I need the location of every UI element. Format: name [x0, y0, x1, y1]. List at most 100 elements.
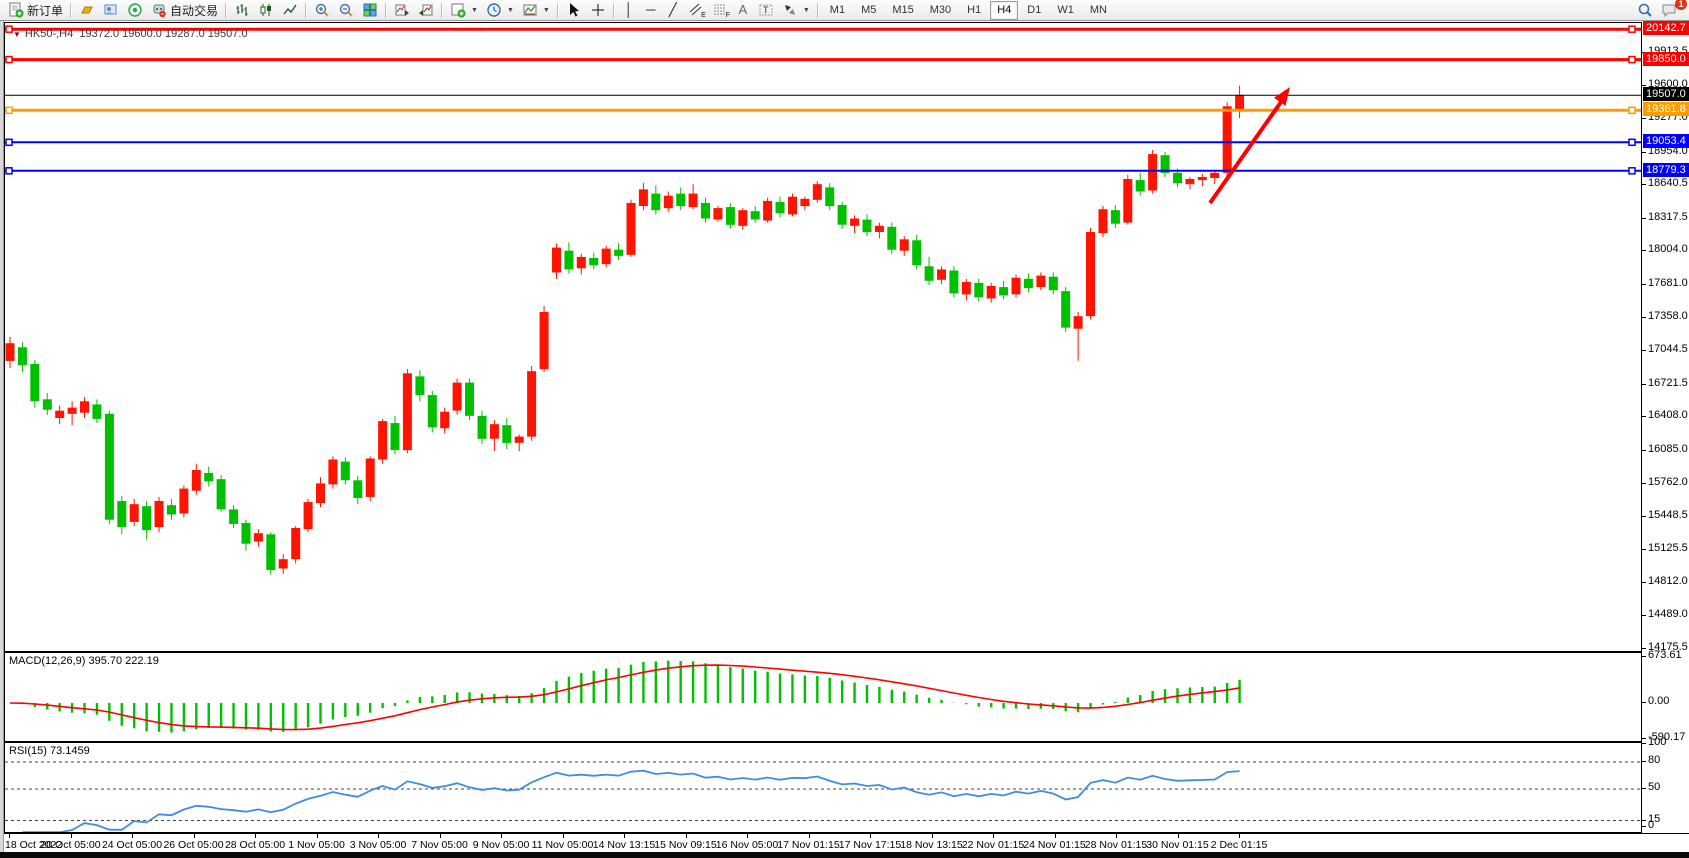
candlestick-chart-button[interactable]: [254, 1, 278, 19]
time-axis-tick: [747, 834, 748, 838]
time-axis-label: 3 Nov 05:00: [350, 839, 407, 851]
timeframe-button-w1[interactable]: W1: [1050, 1, 1081, 20]
new-indicator-dropdown[interactable]: ▼: [446, 1, 482, 19]
fibonacci-button[interactable]: F: [708, 1, 732, 19]
search-icon[interactable]: [1637, 2, 1653, 18]
price-axis-tick: [1642, 384, 1646, 385]
cursor-button[interactable]: [562, 1, 586, 19]
hline-price-label: 19507.0: [1643, 87, 1689, 101]
auto-trading-icon: [151, 2, 167, 18]
price-axis-tick: [1642, 826, 1646, 827]
time-axis-label: 24 Nov 01:15: [1023, 839, 1085, 851]
line-chart-button[interactable]: [278, 1, 302, 19]
new-order-button[interactable]: 新订单: [4, 1, 67, 19]
chart-menu-triangle-icon[interactable]: ▼: [13, 30, 21, 39]
time-axis-tick: [378, 834, 379, 838]
time-axis-tick: [993, 834, 994, 838]
hline-price-label: 20142.7: [1643, 21, 1689, 35]
toolbar-separator: [441, 3, 443, 18]
timeframe-button-m1[interactable]: M1: [823, 1, 852, 20]
price-axis-label: 18317.5: [1648, 211, 1688, 223]
macd-panel[interactable]: MACD(12,26,9) 395.70 222.19: [4, 652, 1642, 742]
arrows-dropdown[interactable]: ▼: [778, 1, 814, 19]
time-axis-label: 20 Oct 05:00: [40, 839, 100, 851]
toolbar-separator: [817, 3, 819, 18]
profile-forward-icon: [394, 2, 410, 18]
macd-canvas[interactable]: [5, 653, 1641, 741]
rsi-label: RSI(15) 73.1459: [9, 745, 90, 757]
time-axis-label: 24 Oct 05:00: [102, 839, 162, 851]
price-axis-tick: [1642, 656, 1646, 657]
text-label-button[interactable]: T: [754, 1, 778, 19]
price-axis-label: 17358.0: [1648, 310, 1688, 322]
template-dropdown[interactable]: ▼: [518, 1, 554, 19]
line-chart-icon: [282, 2, 298, 18]
price-axis-tick: [1642, 516, 1646, 517]
caret-down-icon: ▼: [471, 7, 478, 14]
zoom-in-button[interactable]: [310, 1, 334, 19]
profile-back-icon: [418, 2, 434, 18]
new-order-label: 新订单: [27, 2, 63, 19]
equidistant-channel-button[interactable]: E: [684, 1, 708, 19]
auto-trading-label: 自动交易: [170, 2, 218, 19]
text-button[interactable]: A: [732, 1, 754, 19]
price-axis-tick: [1642, 761, 1646, 762]
chat-button[interactable]: 1: [1661, 2, 1681, 18]
price-axis-tick: [1642, 582, 1646, 583]
price-axis-label: 673.61: [1648, 649, 1682, 661]
bar-chart-button[interactable]: [230, 1, 254, 19]
time-axis-tick: [624, 834, 625, 838]
profile-back-button[interactable]: [414, 1, 438, 19]
vertical-line-button[interactable]: │: [618, 1, 640, 19]
main-chart-panel[interactable]: ▼HK50-,H4 19372.0 19600.0 19287.0 19507.…: [4, 22, 1642, 652]
hline-price-label: 19850.0: [1643, 52, 1689, 66]
timeframe-button-h1[interactable]: H1: [960, 1, 988, 20]
timeframe-button-mn[interactable]: MN: [1083, 1, 1114, 20]
price-axis-tick: [1642, 549, 1646, 550]
horizontal-line-button[interactable]: ─: [640, 1, 662, 19]
time-axis[interactable]: 18 Oct 202220 Oct 05:0024 Oct 05:0026 Oc…: [4, 833, 1689, 852]
price-axis-tick: [1642, 250, 1646, 251]
trendline-button[interactable]: ╱: [662, 1, 684, 19]
signal-button[interactable]: [123, 1, 147, 19]
price-axis-label: 18640.5: [1648, 177, 1688, 189]
period-clock-dropdown[interactable]: ▼: [482, 1, 518, 19]
zoom-out-button[interactable]: [334, 1, 358, 19]
trendline-icon: ╱: [666, 2, 680, 18]
gold-bar-button[interactable]: [75, 1, 99, 19]
svg-text:T: T: [763, 5, 769, 15]
market-watch-button[interactable]: [99, 1, 123, 19]
price-axis-label: 16085.0: [1648, 443, 1688, 455]
auto-trading-button[interactable]: 自动交易: [147, 1, 222, 19]
rsi-panel[interactable]: RSI(15) 73.1459: [4, 742, 1642, 833]
price-axis-label: 80: [1648, 754, 1660, 766]
time-axis-tick: [1178, 834, 1179, 838]
profile-forward-button[interactable]: [390, 1, 414, 19]
time-axis-label: 28 Nov 01:15: [1085, 839, 1147, 851]
clock-icon: [486, 2, 502, 18]
price-axis-tick: [1642, 152, 1646, 153]
price-axis-tick: [1642, 738, 1646, 739]
equidistant-channel-icon: E: [688, 2, 704, 18]
timeframe-button-d1[interactable]: D1: [1020, 1, 1048, 20]
gold-bar-icon: [79, 2, 95, 18]
new-order-icon: [8, 2, 24, 18]
chart-symbol-period: HK50-,H4: [25, 28, 73, 40]
macd-label: MACD(12,26,9) 395.70 222.19: [9, 655, 159, 667]
price-axis[interactable]: 19913.519600.019277.018954.018640.518317…: [1643, 22, 1689, 833]
price-axis-tick: [1642, 218, 1646, 219]
toolbar-separator: [557, 3, 559, 18]
arrow-annotation[interactable]: [1210, 87, 1290, 203]
timeframe-button-m15[interactable]: M15: [885, 1, 920, 20]
timeframe-button-m5[interactable]: M5: [854, 1, 883, 20]
price-axis-label: 15762.0: [1648, 476, 1688, 488]
timeframe-button-m30[interactable]: M30: [923, 1, 958, 20]
rsi-canvas[interactable]: [5, 743, 1641, 832]
horizontal-line-objects[interactable]: [5, 26, 1641, 174]
price-axis-label: 14812.0: [1648, 575, 1688, 587]
crosshair-button[interactable]: [586, 1, 610, 19]
candlestick-chart-canvas[interactable]: [5, 23, 1641, 651]
tile-windows-button[interactable]: [358, 1, 382, 19]
chat-badge: 1: [1675, 0, 1687, 10]
timeframe-button-h4[interactable]: H4: [990, 1, 1018, 20]
